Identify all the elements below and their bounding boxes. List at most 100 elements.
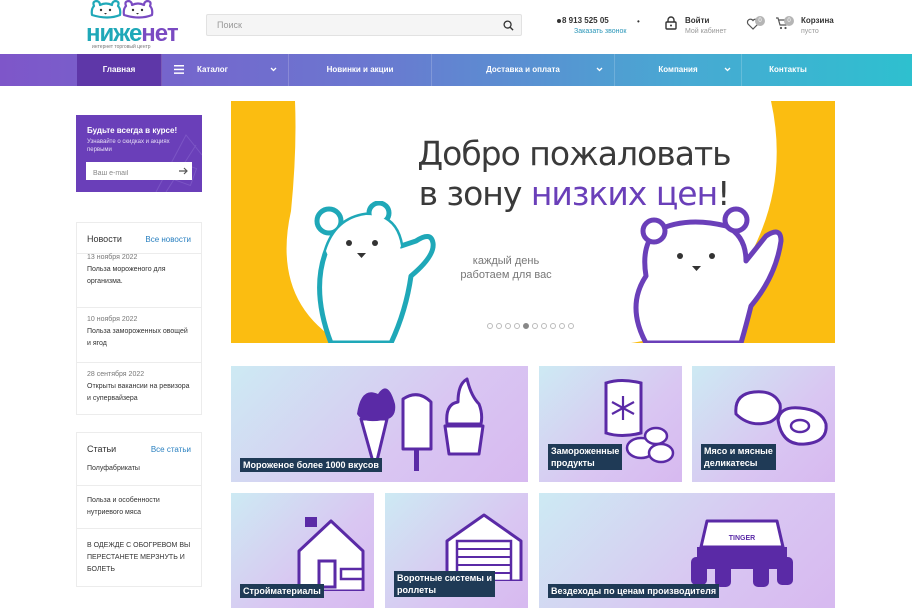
nav-catalog-label: Каталог	[197, 65, 228, 74]
nav-company[interactable]: Компания	[615, 54, 742, 86]
slider-dot[interactable]	[523, 323, 529, 329]
slider-dots	[487, 323, 574, 331]
email-field[interactable]	[86, 164, 170, 183]
news-text[interactable]: Открыты вакансии на ревизора и супервайз…	[87, 381, 191, 405]
purple-bear-icon	[633, 206, 784, 343]
atv-vehicle-icon: TINGER	[691, 519, 793, 587]
article-item[interactable]: В ОДЕЖДЕ С ОБОГРЕВОМ ВЫ ПЕРЕСТАНЕТЕ МЕРЗ…	[77, 528, 201, 586]
nav-new-promo-label: Новинки и акции	[326, 65, 394, 74]
caption-line1: Замороженные	[551, 446, 620, 456]
category-meat[interactable]: Мясо и мясные деликатесы	[692, 366, 835, 482]
category-caption: Стройматериалы	[240, 584, 324, 598]
vehicle-plate: TINGER	[729, 535, 755, 542]
category-vehicles[interactable]: TINGER Вездеходы по ценам производителя	[539, 493, 835, 608]
account-subtitle: Мой кабинет	[685, 28, 727, 35]
chevron-down-icon	[270, 67, 277, 72]
article-item[interactable]: Польза и особенности нутриевого мяса	[77, 485, 201, 528]
subscribe-title: Будьте всегда в курсе!	[87, 126, 178, 135]
hero-line1: Добро пожаловать	[417, 134, 731, 173]
meat-icon	[734, 390, 828, 446]
all-news-link[interactable]: Все новости	[145, 235, 191, 244]
account-title: Войти	[685, 16, 710, 25]
category-caption: Мясо и мясные деликатесы	[701, 444, 776, 470]
hero-highlight: низких цен	[530, 174, 718, 213]
caption-line2: деликатесы	[704, 458, 758, 468]
slider-dot[interactable]	[532, 323, 538, 329]
nav-delivery[interactable]: Доставка и оплата	[432, 54, 615, 86]
category-caption: Воротные системы и роллеты	[394, 571, 496, 597]
slider-dot[interactable]	[496, 323, 502, 329]
category-frozen[interactable]: Замороженные продукты	[539, 366, 682, 482]
news-date: 10 ноября 2022	[87, 316, 138, 323]
arrow-right-icon[interactable]	[178, 166, 188, 176]
news-header: Новости Все новости	[77, 223, 201, 253]
logo-subtitle: интернет торговый центр	[92, 44, 151, 50]
caption-line2: роллеты	[397, 585, 437, 595]
logo-main: ниже	[86, 20, 142, 47]
nav-contacts[interactable]: Контакты	[742, 54, 834, 86]
news-text[interactable]: Польза замороженных овощей и ягод	[87, 326, 191, 350]
hero-line2: в зону низких цен!	[313, 174, 835, 214]
hero-banner[interactable]: Добро пожаловать в зону низких цен! кажд…	[231, 101, 835, 343]
hero-subtitle: каждый день работаем для вас	[436, 254, 576, 282]
nav-home[interactable]: Главная	[77, 54, 162, 86]
news-date: 13 ноября 2022	[87, 254, 138, 261]
slider-dot[interactable]	[541, 323, 547, 329]
slider-dot[interactable]	[505, 323, 511, 329]
email-field-wrap	[86, 162, 192, 183]
news-text[interactable]: Польза мороженого для организма.	[87, 264, 191, 288]
category-caption: Вездеходы по ценам производителя	[548, 584, 720, 598]
slider-dot[interactable]	[487, 323, 493, 329]
nav-catalog[interactable]: Каталог	[162, 54, 289, 86]
cart-title[interactable]: Корзина	[801, 16, 834, 25]
category-caption: Мороженое более 1000 вкусов	[240, 458, 382, 472]
search-box	[206, 14, 522, 36]
chevron-down-icon	[596, 67, 603, 72]
hero-title: Добро пожаловать в зону низких цен!	[231, 134, 835, 214]
search-input[interactable]	[207, 15, 487, 35]
subscribe-box: Будьте всегда в курсе! Узнавайте о скидк…	[76, 115, 202, 192]
slider-dot[interactable]	[559, 323, 565, 329]
phone-number[interactable]: 8 913 525 05	[562, 16, 609, 25]
lock-icon	[665, 16, 677, 30]
nav-delivery-label: Доставка и оплата	[486, 65, 560, 74]
search-icon[interactable]	[503, 20, 514, 31]
news-item[interactable]: 13 ноября 2022 Польза мороженого для орг…	[77, 253, 201, 307]
hero-sub1: каждый день	[472, 255, 540, 267]
category-building[interactable]: Стройматериалы	[231, 493, 374, 608]
category-ice-cream[interactable]: Мороженое более 1000 вкусов	[231, 366, 528, 482]
category-gates[interactable]: Воротные системы и роллеты	[385, 493, 528, 608]
menu-icon	[174, 65, 184, 74]
cart-subtitle: пусто	[801, 28, 819, 35]
article-text[interactable]: Польза и особенности нутриевого мяса	[87, 495, 191, 519]
slider-dot[interactable]	[550, 323, 556, 329]
news-box: Новости Все новости 13 ноября 2022 Польз…	[76, 222, 202, 415]
articles-box: Статьи Все статьи Полуфабрикаты Польза и…	[76, 432, 202, 587]
logo-accent: нет	[141, 20, 178, 47]
news-date: 28 сентября 2022	[87, 371, 145, 378]
callback-link[interactable]: Заказать звонок	[574, 28, 626, 35]
all-articles-link[interactable]: Все статьи	[151, 445, 191, 454]
nav-company-label: Компания	[658, 65, 698, 74]
article-text[interactable]: Полуфабрикаты	[87, 463, 140, 475]
article-item[interactable]: Полуфабрикаты	[77, 463, 201, 485]
favorites-badge: 0	[755, 16, 765, 26]
slider-dot[interactable]	[514, 323, 520, 329]
white-bear-icon	[314, 201, 436, 343]
subscribe-desc: Узнавайте о скидках и акциях первыми	[87, 139, 170, 153]
slider-dot[interactable]	[568, 323, 574, 329]
article-text[interactable]: В ОДЕЖДЕ С ОБОГРЕВОМ ВЫ ПЕРЕСТАНЕТЕ МЕРЗ…	[87, 540, 191, 576]
news-title: Новости	[87, 234, 122, 244]
category-caption: Замороженные продукты	[548, 444, 623, 470]
house-paint-icon	[297, 517, 365, 591]
page: ниженет интернет торговый центр 8 913 52…	[0, 0, 912, 608]
hero-line2-pre: в зону	[418, 174, 531, 213]
nav-new-promo[interactable]: Новинки и акции	[289, 54, 432, 86]
phone-more[interactable]: •	[637, 17, 640, 26]
news-item[interactable]: 28 сентября 2022 Открыты вакансии на рев…	[77, 362, 201, 414]
articles-title: Статьи	[87, 444, 117, 454]
header: ниженет интернет торговый центр 8 913 52…	[0, 0, 912, 54]
news-item[interactable]: 10 ноября 2022 Польза замороженных овоще…	[77, 307, 201, 362]
chevron-down-icon	[724, 67, 731, 72]
articles-header: Статьи Все статьи	[77, 433, 201, 463]
